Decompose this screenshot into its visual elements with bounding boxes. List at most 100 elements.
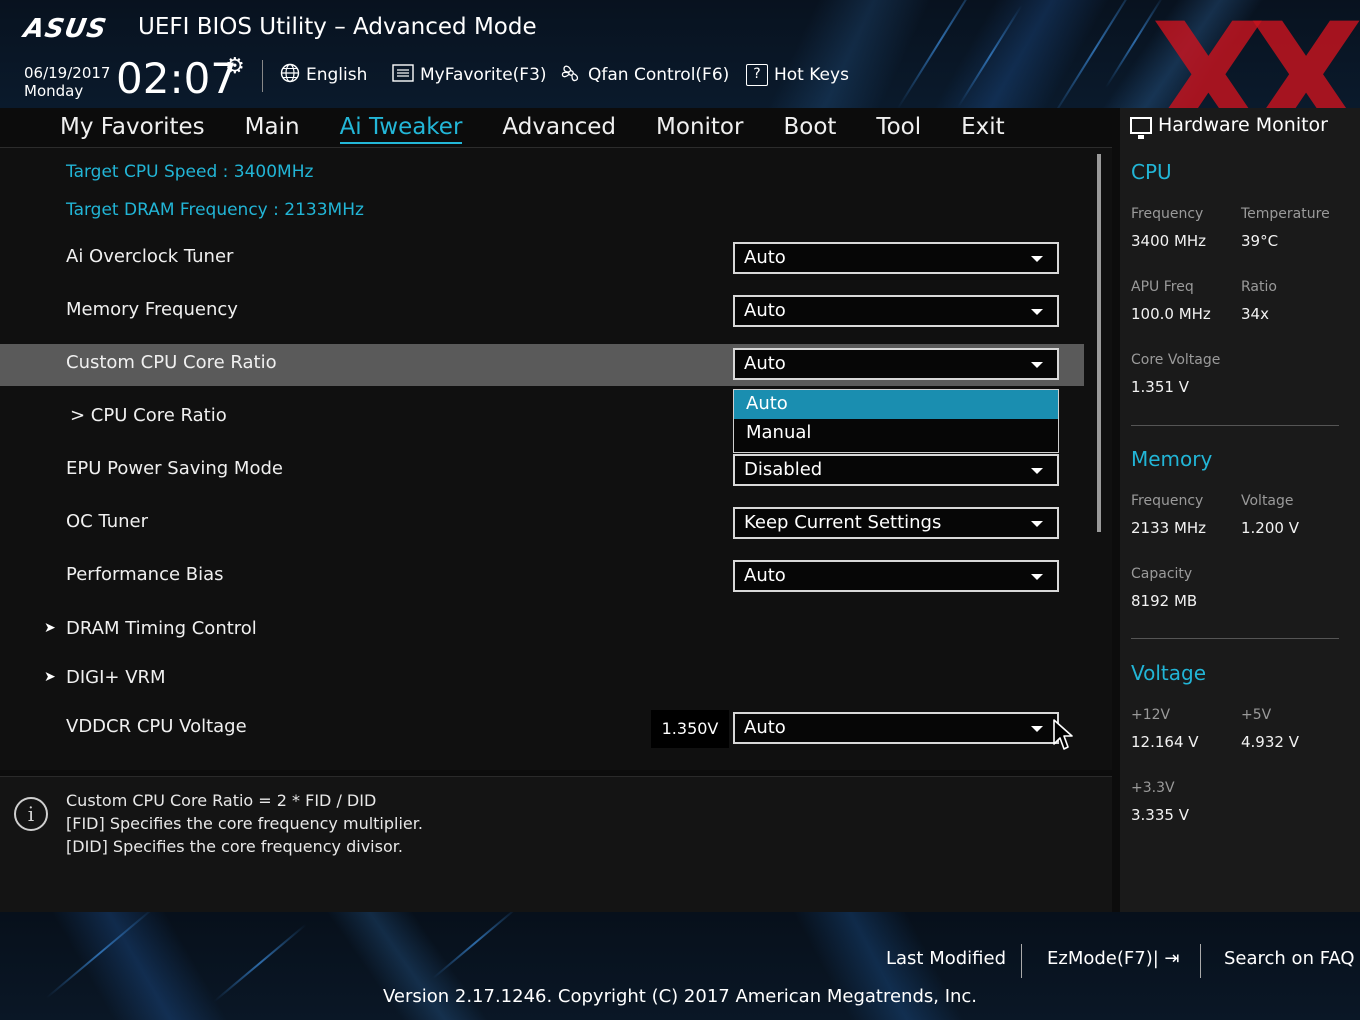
target-cpu-speed: Target CPU Speed : 3400MHz <box>66 162 314 182</box>
ai-overclock-tuner-select[interactable]: Auto <box>733 242 1059 274</box>
memory-frequency-select[interactable]: Auto <box>733 295 1059 327</box>
settings-panel: Target CPU Speed : 3400MHz Target DRAM F… <box>0 148 1112 770</box>
memory-frequency-label: Frequency <box>1131 493 1204 509</box>
last-modified-button[interactable]: Last Modified <box>886 948 1006 969</box>
tab-monitor[interactable]: Monitor <box>636 108 763 148</box>
setting-row-memory-frequency[interactable]: Memory Frequency Auto <box>0 291 1084 333</box>
caret-down-icon <box>1031 521 1043 527</box>
tab-advanced[interactable]: Advanced <box>482 108 636 148</box>
setting-label: VDDCR CPU Voltage <box>66 716 247 737</box>
search-faq-button[interactable]: Search on FAQ <box>1224 948 1355 969</box>
submenu-digi-vrm[interactable]: ➤ DIGI+ VRM <box>0 659 1084 701</box>
epu-power-saving-select[interactable]: Disabled <box>733 454 1059 486</box>
memory-voltage-value: 1.200 V <box>1241 519 1299 537</box>
myfavorite-label: MyFavorite(F3) <box>420 65 547 85</box>
v5-label: +5V <box>1241 707 1272 723</box>
caret-down-icon <box>1031 309 1043 315</box>
section-divider <box>1131 638 1339 639</box>
tab-ai-tweaker[interactable]: Ai Tweaker <box>320 108 483 148</box>
select-value: Disabled <box>744 459 823 480</box>
help-text-line: [DID] Specifies the core frequency divis… <box>66 837 403 856</box>
myfavorite-button[interactable]: MyFavorite(F3) <box>392 62 547 88</box>
tab-tool[interactable]: Tool <box>856 108 941 148</box>
decor-streak <box>432 912 518 980</box>
memory-capacity-value: 8192 MB <box>1131 592 1198 610</box>
hardware-monitor-label: Hardware Monitor <box>1158 114 1328 136</box>
vddcr-cpu-voltage-select[interactable]: Auto <box>733 712 1059 744</box>
select-value: Keep Current Settings <box>744 512 942 533</box>
clock: 02:07 <box>116 54 238 103</box>
dropdown-option-manual[interactable]: Manual <box>734 419 1058 448</box>
v12-label: +12V <box>1131 707 1171 723</box>
setting-row-performance-bias[interactable]: Performance Bias Auto <box>0 556 1084 598</box>
setting-row-vddcr-cpu-voltage[interactable]: VDDCR CPU Voltage Auto <box>0 708 1084 750</box>
select-value: Auto <box>744 247 786 268</box>
v33-value: 3.335 V <box>1131 806 1189 824</box>
hotkeys-label: Hot Keys <box>774 65 849 85</box>
setting-label: > CPU Core Ratio <box>70 405 227 426</box>
tab-label: Boot <box>783 113 837 140</box>
dropdown-option-auto[interactable]: Auto <box>734 390 1058 419</box>
date-text: 06/19/2017 <box>24 64 111 82</box>
tab-exit[interactable]: Exit <box>941 108 1025 148</box>
memory-capacity-label: Capacity <box>1131 566 1193 582</box>
globe-icon <box>280 63 300 88</box>
select-value: Auto <box>744 353 786 374</box>
hardware-monitor-title: Hardware Monitor <box>1130 114 1328 139</box>
oc-tuner-select[interactable]: Keep Current Settings <box>733 507 1059 539</box>
setting-label: OC Tuner <box>66 511 149 532</box>
version-text: Version 2.17.1246. Copyright (C) 2017 Am… <box>382 986 978 1007</box>
caret-down-icon <box>1031 574 1043 580</box>
core-voltage-label: Core Voltage <box>1131 352 1221 368</box>
scrollbar[interactable] <box>1097 154 1101 532</box>
main-menu-bar: My Favorites Main Ai Tweaker Advanced Mo… <box>0 108 1112 148</box>
qfan-label: Qfan Control(F6) <box>588 65 730 85</box>
submenu-label: DIGI+ VRM <box>66 667 166 688</box>
help-key-icon: ? <box>746 64 768 86</box>
info-icon: i <box>14 797 48 831</box>
ezmode-button[interactable]: EzMode(F7)| ⇥ <box>1047 948 1180 969</box>
gear-icon[interactable]: ⚙ <box>225 54 245 79</box>
help-text-line: Custom CPU Core Ratio = 2 * FID / DID <box>66 791 377 810</box>
tab-boot[interactable]: Boot <box>763 108 856 148</box>
footer-divider <box>1200 944 1201 978</box>
cpu-frequency-value: 3400 MHz <box>1131 232 1207 250</box>
chevron-right-icon: ➤ <box>44 669 56 685</box>
favorite-list-icon <box>392 63 414 87</box>
select-value: Auto <box>744 565 786 586</box>
language-button[interactable]: English <box>280 62 367 88</box>
performance-bias-select[interactable]: Auto <box>733 560 1059 592</box>
apu-freq-value: 100.0 MHz <box>1131 305 1211 323</box>
select-value: Auto <box>744 300 786 321</box>
submenu-label: DRAM Timing Control <box>66 618 257 639</box>
cpu-frequency-label: Frequency <box>1131 206 1204 222</box>
submenu-dram-timing-control[interactable]: ➤ DRAM Timing Control <box>0 610 1084 652</box>
v12-value: 12.164 V <box>1131 733 1199 751</box>
setting-row-oc-tuner[interactable]: OC Tuner Keep Current Settings <box>0 503 1084 545</box>
tab-main[interactable]: Main <box>225 108 320 148</box>
vddcr-voltage-reading: 1.350V <box>651 710 729 748</box>
memory-voltage-label: Voltage <box>1241 493 1294 509</box>
decor-streak <box>957 4 1023 108</box>
custom-cpu-core-ratio-select[interactable]: Auto <box>733 348 1059 380</box>
qfan-control-button[interactable]: Qfan Control(F6) <box>560 62 729 88</box>
header-divider <box>262 60 263 92</box>
memory-section-title: Memory <box>1131 447 1213 471</box>
ezmode-label: EzMode(F7)| <box>1047 948 1159 969</box>
setting-row-custom-cpu-core-ratio[interactable]: Custom CPU Core Ratio Auto <box>0 344 1084 386</box>
caret-down-icon <box>1031 468 1043 474</box>
mouse-cursor-icon <box>1052 718 1076 756</box>
cpu-section-title: CPU <box>1131 160 1172 184</box>
ratio-value: 34x <box>1241 305 1269 323</box>
setting-row-ai-overclock-tuner[interactable]: Ai Overclock Tuner Auto <box>0 238 1084 280</box>
setting-row-epu-power-saving[interactable]: EPU Power Saving Mode Disabled <box>0 450 1084 492</box>
v5-value: 4.932 V <box>1241 733 1299 751</box>
setting-label: Memory Frequency <box>66 299 238 320</box>
footer-bar: Last Modified EzMode(F7)| ⇥ Search on FA… <box>0 912 1360 1020</box>
hotkeys-button[interactable]: ? Hot Keys <box>746 62 849 88</box>
fan-icon <box>560 62 582 89</box>
tab-label: Monitor <box>656 113 744 140</box>
setting-label: EPU Power Saving Mode <box>66 458 283 479</box>
ratio-label: Ratio <box>1241 279 1277 295</box>
tab-my-favorites[interactable]: My Favorites <box>40 108 225 148</box>
